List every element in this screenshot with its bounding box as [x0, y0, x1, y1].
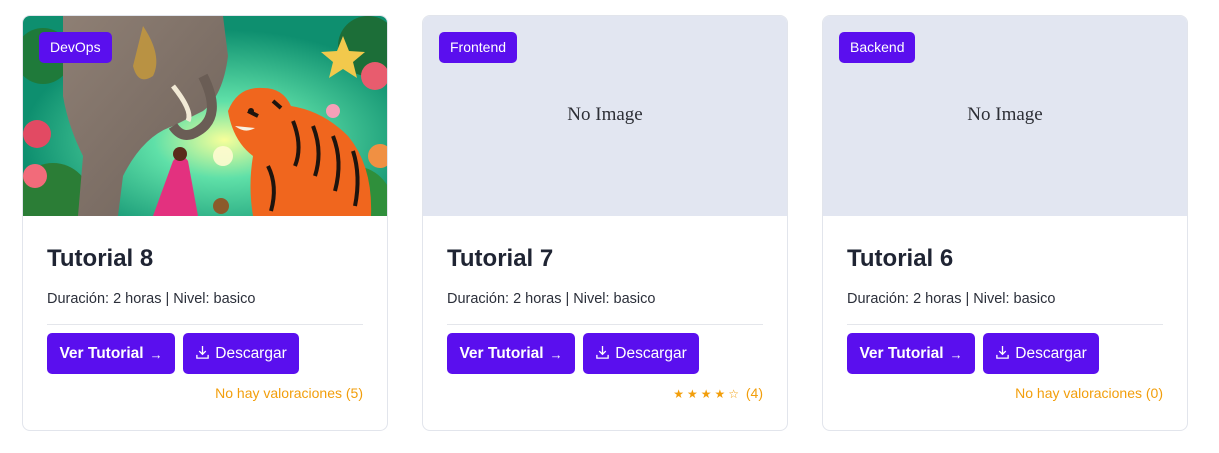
download-label: Descargar — [215, 344, 287, 362]
view-tutorial-label: Ver Tutorial — [459, 344, 544, 362]
download-button[interactable]: Descargar — [183, 333, 299, 374]
rating-text: (4) — [745, 385, 763, 401]
arrow-right-icon: → — [149, 347, 163, 362]
rating: ★★★★☆ (4) — [447, 384, 763, 402]
rating-text: No hay valoraciones (5) — [215, 385, 363, 401]
category-badge: Frontend — [439, 32, 518, 63]
card-media: No Image Backend — [823, 16, 1187, 216]
tutorial-grid: DevOps Tutorial 8 Duración: 2 horas | Ni… — [0, 0, 1219, 453]
divider — [47, 324, 363, 325]
download-icon — [996, 345, 1010, 359]
download-icon — [196, 345, 210, 359]
view-tutorial-button[interactable]: Ver Tutorial → — [47, 333, 175, 374]
download-button[interactable]: Descargar — [983, 333, 1099, 374]
card-meta: Duración: 2 horas | Nivel: basico — [847, 291, 1056, 307]
download-label: Descargar — [615, 344, 687, 362]
tutorial-card: No Image Backend Tutorial 6 Duración: 2 … — [822, 15, 1188, 431]
view-tutorial-button[interactable]: Ver Tutorial → — [847, 333, 975, 374]
download-icon — [596, 345, 610, 359]
no-image-placeholder: No Image — [567, 104, 643, 125]
rating: No hay valoraciones (0) — [847, 384, 1163, 402]
category-badge: Backend — [839, 32, 916, 63]
arrow-right-icon: → — [549, 347, 563, 362]
card-meta: Duración: 2 horas | Nivel: basico — [47, 291, 256, 307]
divider — [847, 324, 1163, 325]
arrow-right-icon: → — [949, 347, 963, 362]
view-tutorial-label: Ver Tutorial — [859, 344, 944, 362]
download-label: Descargar — [1015, 344, 1087, 362]
card-media: No Image Frontend — [423, 16, 787, 216]
rating: No hay valoraciones (5) — [47, 384, 363, 402]
divider — [447, 324, 763, 325]
tutorial-card: No Image Frontend Tutorial 7 Duración: 2… — [422, 15, 788, 431]
tutorial-card: DevOps Tutorial 8 Duración: 2 horas | Ni… — [22, 15, 388, 431]
category-badge: DevOps — [39, 32, 112, 63]
card-title: Tutorial 6 — [847, 245, 954, 272]
rating-text: No hay valoraciones (0) — [1015, 385, 1163, 401]
card-media: DevOps — [23, 16, 387, 216]
rating-stars: ★★★★☆ — [673, 387, 742, 401]
no-image-placeholder: No Image — [967, 104, 1043, 125]
card-title: Tutorial 7 — [447, 245, 554, 272]
download-button[interactable]: Descargar — [583, 333, 699, 374]
card-title: Tutorial 8 — [47, 245, 154, 272]
view-tutorial-label: Ver Tutorial — [59, 344, 144, 362]
card-meta: Duración: 2 horas | Nivel: basico — [447, 291, 656, 307]
view-tutorial-button[interactable]: Ver Tutorial → — [447, 333, 575, 374]
